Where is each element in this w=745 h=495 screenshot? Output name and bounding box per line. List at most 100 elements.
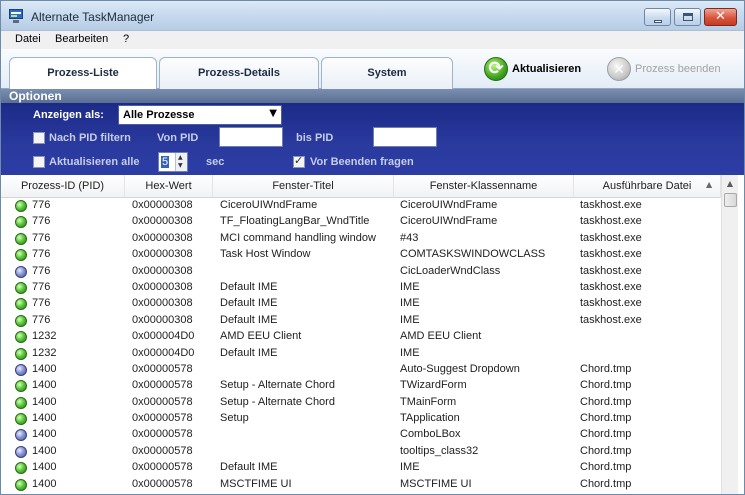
status-green-icon: [15, 347, 27, 360]
scroll-thumb[interactable]: [724, 193, 737, 207]
cell-title: Default IME: [220, 280, 278, 293]
cell-exe: Chord.tmp: [580, 379, 632, 392]
table-row[interactable]: 1400 0x00000578 Default IME IME Chord.tmp: [1, 460, 721, 476]
cell-pid: 1400: [32, 362, 57, 375]
table-row[interactable]: 1400 0x00000578 Setup - Alternate Chord TWi…: [1, 378, 721, 394]
title-bar[interactable]: Alternate TaskManager ✕: [1, 1, 744, 31]
table-row[interactable]: 776 0x00000308 MCI command handling window…: [1, 231, 721, 247]
auto-refresh-checkbox[interactable]: [33, 156, 45, 168]
table-row[interactable]: 776 0x00000308 Default IME IME taskhost.exe: [1, 296, 721, 312]
refresh-button[interactable]: Aktualisieren: [484, 55, 594, 83]
cell-pid: 776: [32, 313, 51, 326]
cell-pid: 776: [32, 248, 51, 261]
minimize-button[interactable]: [644, 8, 671, 26]
menu-bar: Datei Bearbeiten ?: [1, 31, 744, 49]
filter-pid-checkbox[interactable]: [33, 132, 45, 144]
tab-prozess-liste[interactable]: Prozess-Liste: [9, 57, 157, 90]
cell-class: CicLoaderWndClass: [400, 264, 501, 277]
cell-exe: taskhost.exe: [580, 248, 642, 261]
cell-pid: 1232: [32, 346, 57, 359]
cell-exe: taskhost.exe: [580, 231, 642, 244]
table-row[interactable]: 1400 0x00000578 Auto-Suggest Dropdown Chord…: [1, 362, 721, 378]
filter-pid-label: Nach PID filtern: [49, 132, 131, 144]
close-button[interactable]: ✕: [704, 8, 737, 26]
cell-exe: Chord.tmp: [580, 395, 632, 408]
table-row[interactable]: 776 0x00000308 CicLoaderWndClass taskhost.e…: [1, 264, 721, 280]
menu-datei[interactable]: Datei: [15, 33, 41, 45]
show-as-select[interactable]: Alle Prozesse ▼: [118, 105, 282, 125]
cell-class: TWizardForm: [400, 379, 467, 392]
table-row[interactable]: 776 0x00000308 Task Host Window COMTASKSWIN…: [1, 247, 721, 263]
table-row[interactable]: 1400 0x00000578 tooltips_class32 Chord.tmp: [1, 444, 721, 460]
column-class-name[interactable]: Fenster-Klassenname: [394, 175, 574, 198]
status-green-icon: [15, 396, 27, 409]
column-hex[interactable]: Hex-Wert: [125, 175, 213, 198]
cell-class: COMTASKSWINDOWCLASS: [400, 248, 546, 261]
cell-hex: 0x000004D0: [132, 330, 195, 343]
confirm-end-checkbox[interactable]: [293, 154, 305, 168]
table-row[interactable]: 776 0x00000308 TF_FloatingLangBar_WndTitle…: [1, 214, 721, 230]
table-row[interactable]: 1232 0x000004D0 Default IME IME: [1, 346, 721, 362]
column-executable[interactable]: Ausführbare Datei: [574, 175, 721, 198]
maximize-button[interactable]: [674, 8, 701, 26]
rows-container: 776 0x00000308 CiceroUIWndFrame CiceroUIWnd…: [1, 198, 721, 493]
to-pid-input[interactable]: [373, 127, 437, 147]
from-pid-input[interactable]: [219, 127, 283, 147]
cell-hex: 0x00000308: [132, 199, 193, 211]
status-blue-icon: [15, 429, 27, 442]
table-row[interactable]: 1400 0x00000578 Setup TApplication Chord.tmp: [1, 411, 721, 427]
status-green-icon: [15, 462, 27, 475]
cell-pid: 776: [32, 297, 51, 310]
cell-pid: 776: [32, 280, 51, 293]
table-row[interactable]: 776 0x00000308 CiceroUIWndFrame CiceroUIWnd…: [1, 198, 721, 214]
spinner-buttons[interactable]: ▲ ▼: [175, 153, 187, 171]
cell-exe: taskhost.exe: [580, 313, 642, 326]
cell-class: ComboLBox: [400, 428, 461, 441]
sort-caret-icon: ▲: [706, 180, 713, 189]
menu-help[interactable]: ?: [123, 33, 129, 45]
status-green-icon: [15, 216, 27, 229]
table-row[interactable]: 776 0x00000308 Default IME IME taskhost.exe: [1, 313, 721, 329]
tab-system[interactable]: System: [321, 57, 453, 89]
cell-exe: taskhost.exe: [580, 264, 642, 277]
table-row[interactable]: 1400 0x00000578 MSCTFIME UI MSCTFIME UI Chor…: [1, 477, 721, 493]
status-green-icon: [15, 380, 27, 393]
table-row[interactable]: 776 0x00000308 Default IME IME taskhost.exe: [1, 280, 721, 296]
column-pid[interactable]: Prozess-ID (PID): [1, 175, 125, 198]
table-row[interactable]: 1400 0x00000578 Setup - Alternate Chord TMa…: [1, 395, 721, 411]
refresh-interval-spinner[interactable]: 5 ▲ ▼: [158, 152, 188, 172]
table-row[interactable]: 1232 0x000004D0 AMD EEU Client AMD EEU Clie…: [1, 329, 721, 345]
toolbar: Prozess-Liste Prozess-Details System Akt…: [1, 49, 744, 90]
cell-title: Setup - Alternate Chord: [220, 379, 335, 392]
vertical-scrollbar[interactable]: ▲: [721, 175, 738, 494]
cell-title: MCI command handling window: [220, 231, 376, 244]
end-process-label: Prozess beenden: [635, 63, 721, 75]
cell-class: IME: [400, 280, 420, 293]
cell-hex: 0x00000308: [132, 280, 193, 293]
tab-prozess-details[interactable]: Prozess-Details: [159, 57, 319, 89]
cell-exe: Chord.tmp: [580, 412, 632, 425]
cell-pid: 1400: [32, 428, 57, 441]
close-icon: ✕: [715, 9, 726, 24]
table-row[interactable]: 1400 0x00000578 ComboLBox Chord.tmp: [1, 427, 721, 443]
cell-title: Setup: [220, 412, 249, 425]
cell-class: CiceroUIWndFrame: [400, 199, 498, 211]
refresh-every-label: Aktualisieren alle: [49, 156, 140, 168]
cell-class: AMD EEU Client: [400, 330, 482, 343]
menu-bearbeiten[interactable]: Bearbeiten: [55, 33, 108, 45]
window-title: Alternate TaskManager: [31, 10, 155, 24]
cell-exe: Chord.tmp: [580, 428, 632, 441]
cell-title: Default IME: [220, 461, 278, 474]
app-window: Alternate TaskManager ✕ Datei Bearbeiten…: [0, 0, 745, 495]
cell-pid: 1400: [32, 412, 57, 425]
scroll-up-icon[interactable]: ▲: [722, 175, 738, 192]
status-green-icon: [15, 200, 27, 212]
column-window-title[interactable]: Fenster-Titel: [213, 175, 394, 198]
cell-title: Setup - Alternate Chord: [220, 395, 335, 408]
end-process-button[interactable]: Prozess beenden: [607, 55, 737, 84]
cell-title: TF_FloatingLangBar_WndTitle: [220, 215, 370, 228]
status-green-icon: [15, 232, 27, 245]
cell-hex: 0x00000308: [132, 313, 193, 326]
status-green-icon: [15, 413, 27, 426]
cell-pid: 776: [32, 231, 51, 244]
